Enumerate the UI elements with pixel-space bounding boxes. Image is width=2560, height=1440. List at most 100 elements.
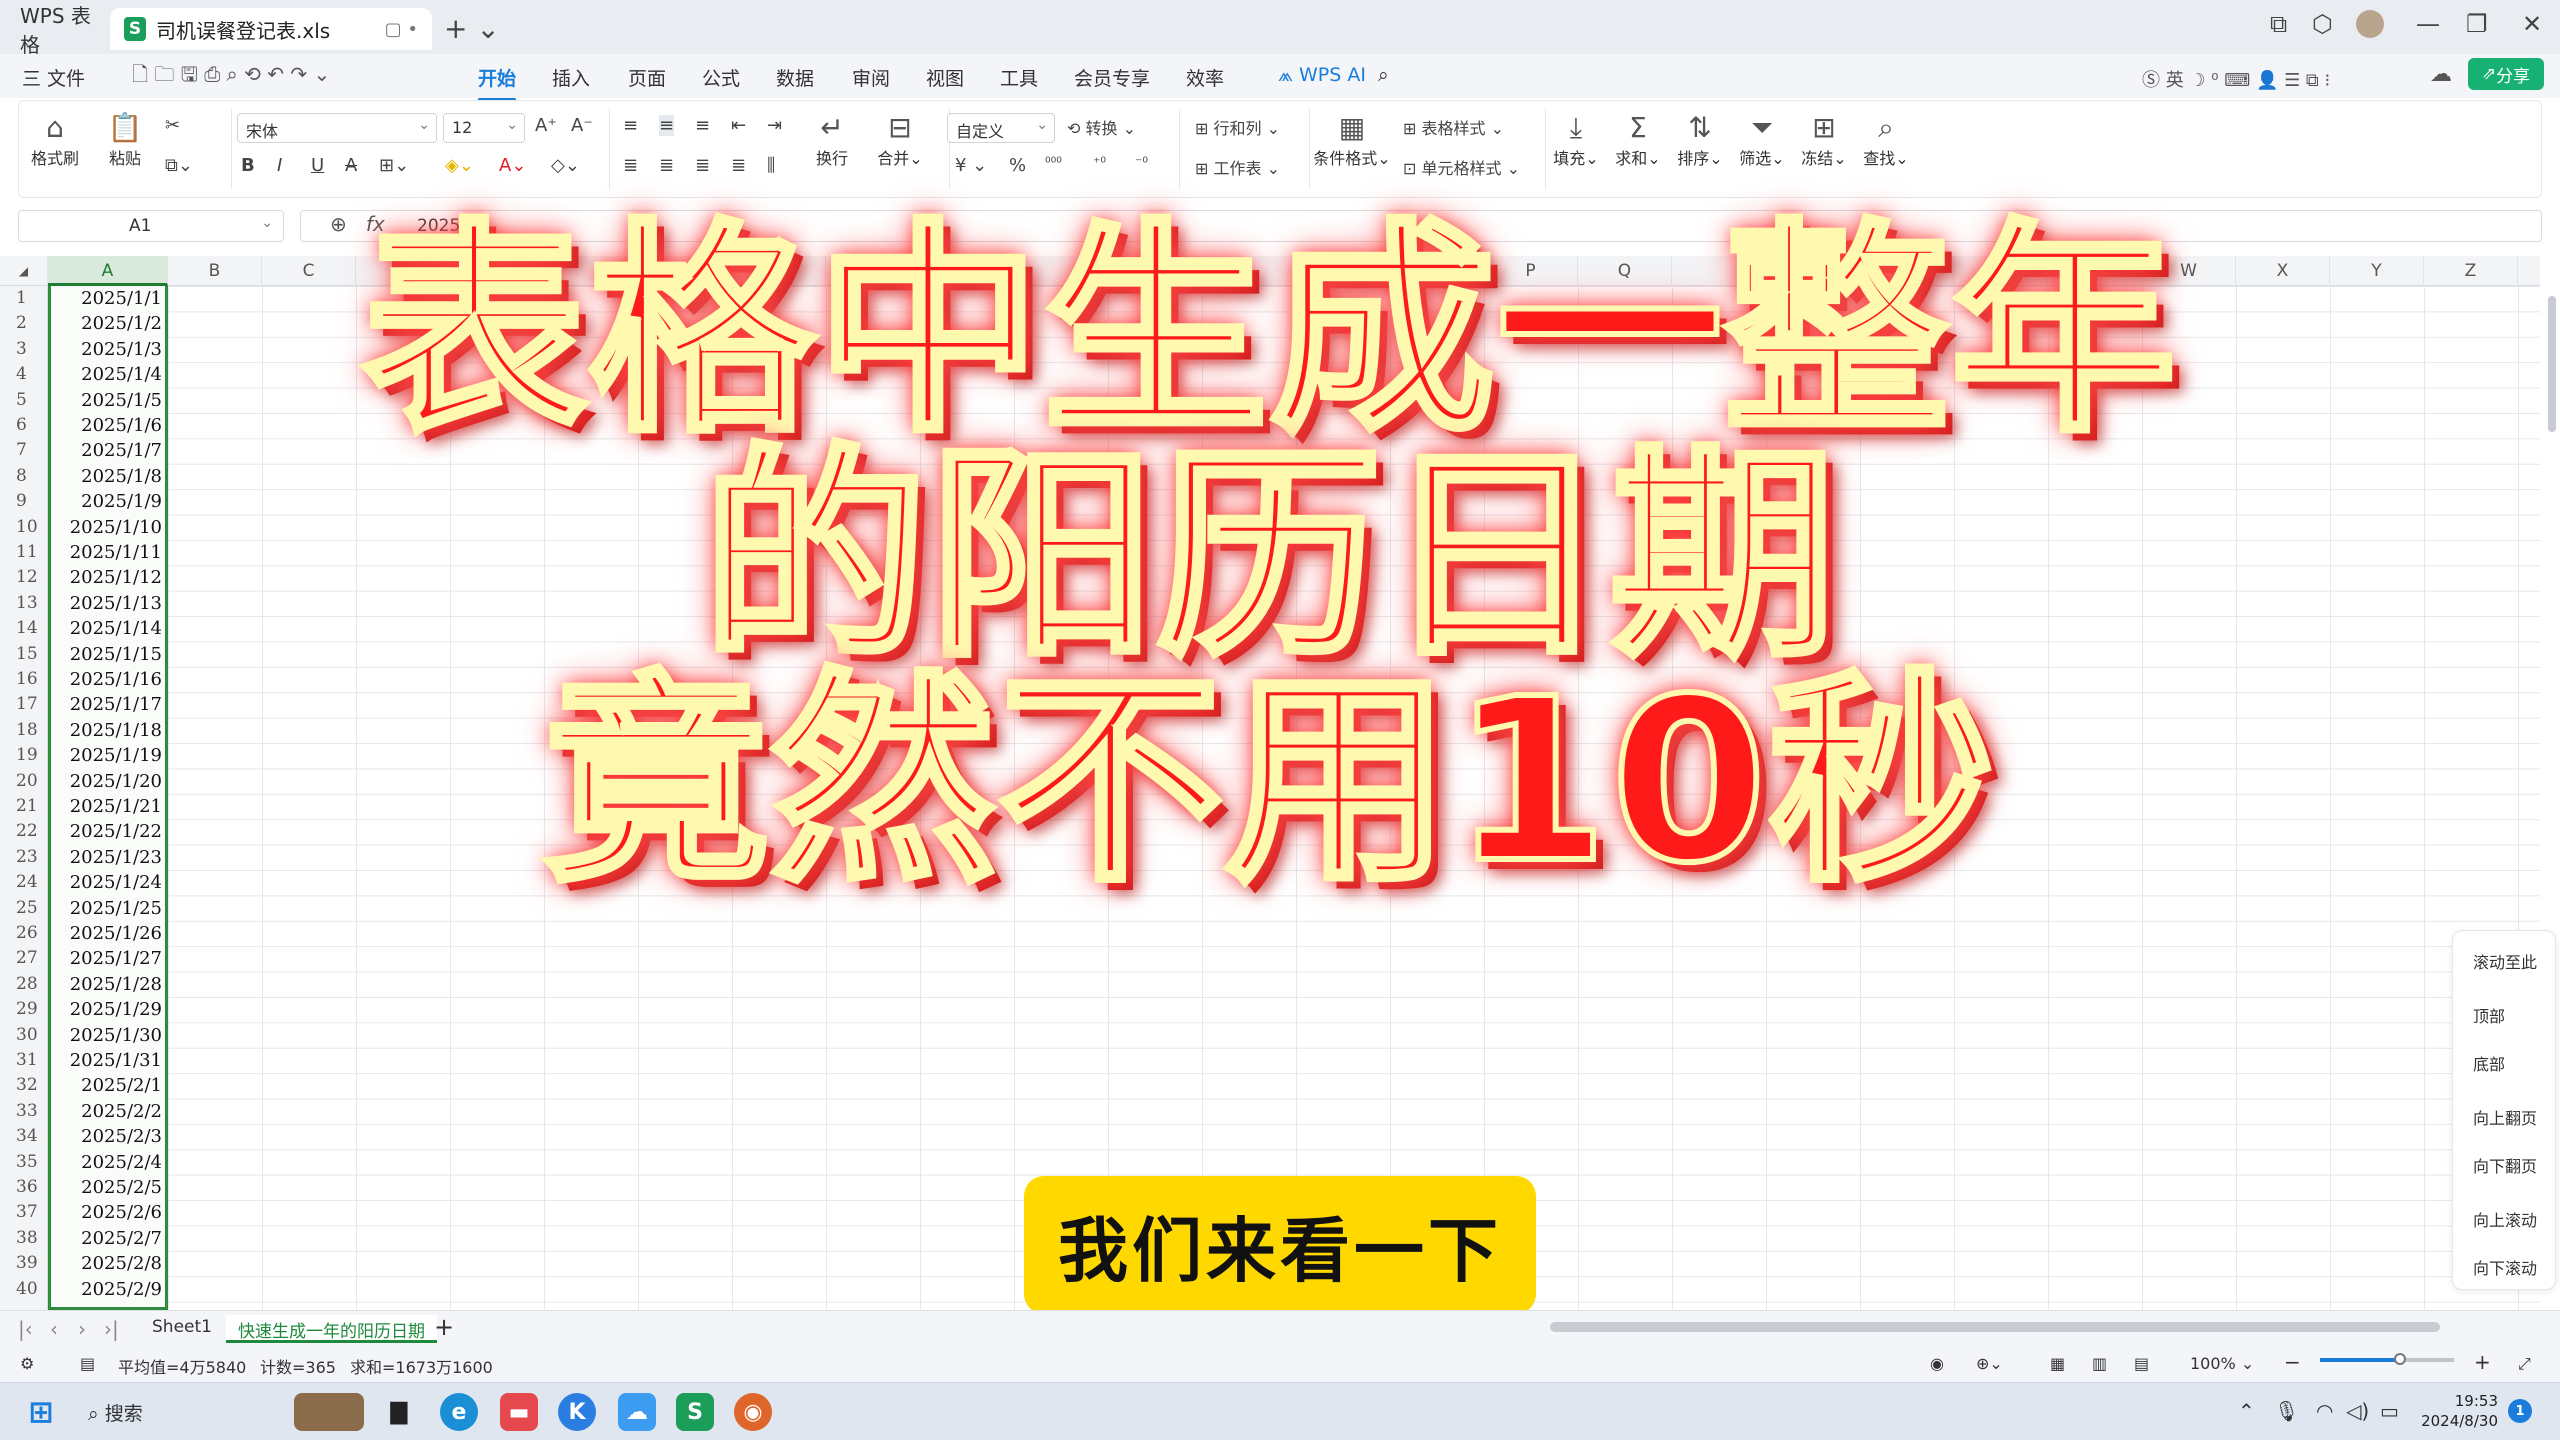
cell-a[interactable]: 2025/1/21	[52, 794, 166, 819]
menu-item-bottom[interactable]: 底部	[2473, 1051, 2505, 1075]
row-header[interactable]: 33	[0, 1099, 48, 1124]
strikethrough-icon[interactable]: A	[345, 155, 357, 176]
cell-a[interactable]: 2025/1/23	[52, 845, 166, 870]
row-header[interactable]: 7	[0, 438, 48, 463]
row-header[interactable]: 2	[0, 311, 48, 336]
menu-item-page[interactable]: 页面	[628, 64, 666, 91]
row-header[interactable]: 4	[0, 362, 48, 387]
row-header[interactable]: 38	[0, 1226, 48, 1251]
cell-a[interactable]: 2025/1/26	[52, 921, 166, 946]
cell-style-button[interactable]: ⊡ 单元格样式 ⌄	[1403, 155, 1520, 179]
cell-a[interactable]: 2025/1/2	[52, 311, 166, 336]
cell-a[interactable]: 2025/1/1	[52, 286, 166, 311]
row-header[interactable]: 36	[0, 1175, 48, 1200]
prev-sheet-icon[interactable]: ‹	[50, 1317, 58, 1341]
doc-icon[interactable]: ▤	[80, 1354, 95, 1373]
row-header[interactable]: 37	[0, 1200, 48, 1225]
cell-a[interactable]: 2025/1/18	[52, 718, 166, 743]
bold-icon[interactable]: B	[241, 155, 255, 176]
sheet-tab-dates[interactable]: 快速生成一年的阳历日期	[226, 1315, 437, 1343]
battery-icon[interactable]: ▭	[2380, 1399, 2399, 1423]
quick-access-toolbar[interactable]: 🗋 🗀 🖫 ⎙ ⌕ ⟲ ↶ ↷ ⌄	[132, 60, 330, 94]
currency-button[interactable]: ¥ ⌄	[955, 155, 987, 176]
horizontal-scrollbar[interactable]	[1550, 1322, 2440, 1332]
merge-button[interactable]: ⊟ 合并⌄	[869, 111, 931, 169]
row-header[interactable]: 8	[0, 464, 48, 489]
avatar[interactable]	[2356, 10, 2384, 38]
row-header[interactable]: 14	[0, 616, 48, 641]
menu-item-page-up[interactable]: 向上翻页	[2473, 1105, 2537, 1129]
row-header[interactable]: 32	[0, 1073, 48, 1098]
file-menu[interactable]: 三 文件	[22, 64, 85, 91]
decimal-increase-icon[interactable]: ⁺⁰	[1093, 155, 1106, 171]
first-sheet-icon[interactable]: |‹	[18, 1317, 33, 1341]
row-header[interactable]: 20	[0, 769, 48, 794]
menu-item-insert[interactable]: 插入	[552, 64, 590, 91]
cell-a[interactable]: 2025/1/28	[52, 972, 166, 997]
volume-icon[interactable]: ◁)	[2346, 1399, 2369, 1423]
cloud-icon[interactable]: ☁	[2430, 62, 2452, 87]
cell-a[interactable]: 2025/2/2	[52, 1099, 166, 1124]
font-color-icon[interactable]: A⌄	[499, 155, 526, 176]
row-header[interactable]: 34	[0, 1124, 48, 1149]
indent-increase-icon[interactable]: ⇥	[767, 115, 782, 136]
last-sheet-icon[interactable]: ›|	[104, 1317, 119, 1341]
cell-a[interactable]: 2025/1/12	[52, 565, 166, 590]
freeze-button[interactable]: ⊞ 冻结⌄	[1799, 111, 1849, 169]
row-header[interactable]: 1	[0, 286, 48, 311]
microphone-icon[interactable]: 🎙	[2274, 1399, 2299, 1423]
table-style-button[interactable]: ⊞ 表格样式 ⌄	[1403, 115, 1504, 139]
clear-format-icon[interactable]: ◇⌄	[551, 155, 580, 176]
row-header[interactable]: 3	[0, 337, 48, 362]
menu-item-page-down[interactable]: 向下翻页	[2473, 1153, 2537, 1177]
border-icon[interactable]: ⊞⌄	[379, 155, 409, 176]
fullscreen-icon[interactable]: ⤢	[2518, 1354, 2531, 1374]
cell-a[interactable]: 2025/1/9	[52, 489, 166, 514]
cloud-app-icon[interactable]: ☁	[618, 1393, 656, 1431]
row-header[interactable]: 18	[0, 718, 48, 743]
minimize-icon[interactable]: —	[2416, 10, 2440, 38]
row-header[interactable]: 31	[0, 1048, 48, 1073]
tab-wps-home[interactable]: WPS 表格	[8, 4, 108, 57]
worksheet-button[interactable]: ⊞ 工作表 ⌄	[1195, 155, 1280, 179]
row-header[interactable]: 11	[0, 540, 48, 565]
sheet-tab-sheet1[interactable]: Sheet1	[140, 1315, 224, 1343]
normal-view-icon[interactable]: ▦	[2050, 1354, 2065, 1373]
copy-icon[interactable]: ⧉⌄	[165, 155, 193, 176]
tab-document[interactable]: S 司机误餐登记表.xls ▢ •	[110, 8, 432, 50]
cell-a[interactable]: 2025/1/15	[52, 642, 166, 667]
menu-item-scroll-here[interactable]: 滚动至此	[2473, 949, 2537, 973]
cell-a[interactable]: 2025/1/24	[52, 870, 166, 895]
menu-item-top[interactable]: 顶部	[2473, 1003, 2505, 1027]
underline-icon[interactable]: U	[311, 155, 324, 176]
wps-sheet-icon[interactable]: S	[676, 1393, 714, 1431]
row-header[interactable]: 9	[0, 489, 48, 514]
sort-button[interactable]: ⇅ 排序⌄	[1675, 111, 1725, 169]
clock[interactable]: 19:53 2024/8/30	[2418, 1391, 2498, 1431]
windows-start-icon[interactable]: ⊞	[22, 1393, 60, 1431]
taskbar-search[interactable]: ⌕ 搜索	[78, 1393, 238, 1431]
align-right-icon[interactable]: ≣	[695, 155, 710, 176]
row-header[interactable]: 23	[0, 845, 48, 870]
row-header[interactable]: 25	[0, 896, 48, 921]
row-header[interactable]: 5	[0, 388, 48, 413]
cell-a[interactable]: 2025/1/10	[52, 515, 166, 540]
font-grow-icon[interactable]: A⁺	[535, 115, 557, 136]
font-size-select[interactable]: 12 ⌄	[443, 113, 525, 143]
wifi-icon[interactable]: ◠	[2316, 1399, 2333, 1423]
restore-icon[interactable]: ❐	[2466, 10, 2488, 38]
cell-a[interactable]: 2025/2/9	[52, 1277, 166, 1302]
cell-a[interactable]: 2025/2/3	[52, 1124, 166, 1149]
font-shrink-icon[interactable]: A⁻	[571, 115, 593, 136]
fill-color-icon[interactable]: ◈⌄	[445, 155, 474, 176]
cell-a[interactable]: 2025/1/4	[52, 362, 166, 387]
zoom-select[interactable]: 100% ⌄	[2190, 1354, 2254, 1373]
zoom-out-icon[interactable]: −	[2284, 1350, 2301, 1374]
cell-a[interactable]: 2025/1/16	[52, 667, 166, 692]
align-middle-icon[interactable]: ≡	[659, 115, 675, 136]
new-tab-button[interactable]: + ⌄	[444, 12, 500, 45]
macro-icon[interactable]: ⚙	[20, 1354, 34, 1373]
row-header[interactable]: 22	[0, 819, 48, 844]
cell-a[interactable]: 2025/2/5	[52, 1175, 166, 1200]
eye-icon[interactable]: ◉	[1930, 1354, 1944, 1373]
